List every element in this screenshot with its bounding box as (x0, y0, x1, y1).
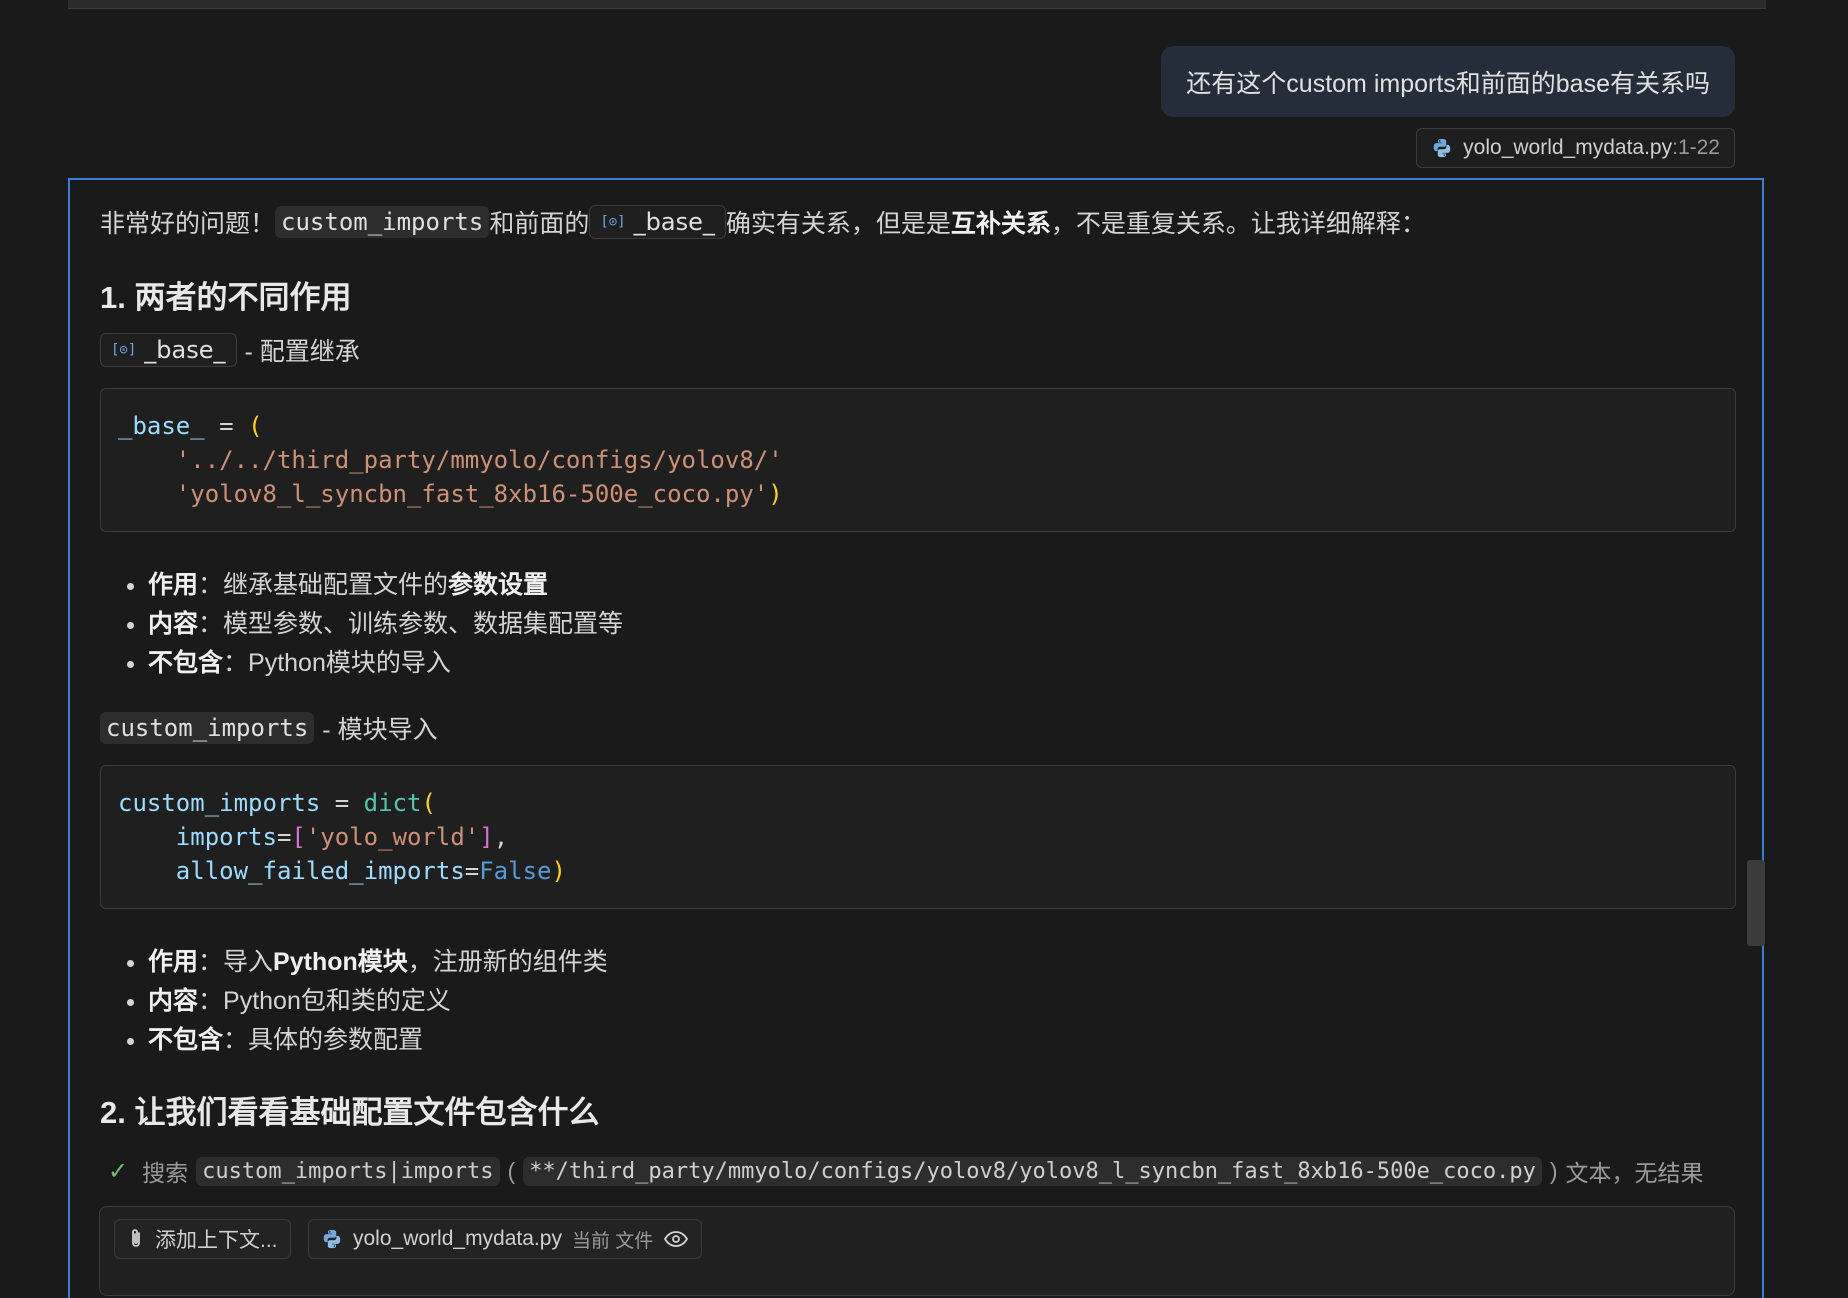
code-token: allow_failed_imports (175, 857, 465, 885)
code-token: ] (479, 823, 494, 851)
base-subheading: [⊙] _base_ - 配置继承 (100, 332, 360, 368)
code-token: imports (175, 823, 277, 851)
code-token: custom_imports (118, 789, 321, 817)
intro-text-2: 和前面的 (489, 210, 590, 238)
ref-file-name: yolo_world_mydata.py (1463, 136, 1673, 159)
assistant-response-panel: 非常好的问题！ custom_imports 和前面的 [⊙] _base_ 确… (68, 178, 1764, 1298)
section-heading-1: 1. 两者的不同作用 (100, 280, 352, 315)
list-item: 作用：继承基础配置文件的参数设置 (148, 566, 623, 605)
code-token: = (320, 789, 364, 817)
add-context-button[interactable]: 添加上下文... (114, 1219, 291, 1259)
intro-text-3: 确实有关系，但是是 (725, 210, 951, 238)
variable-symbol-icon: [⊙] (111, 342, 137, 358)
code-token: _base_ (118, 412, 205, 440)
ref-file-range: :1-22 (1672, 136, 1720, 159)
code-token: False (479, 857, 552, 885)
code-token: [ (291, 823, 306, 851)
python-file-icon (1433, 138, 1451, 158)
current-file-tag: 当前 文件 (571, 1230, 654, 1252)
list-item: 内容：Python包和类的定义 (148, 982, 608, 1021)
user-message-text: 还有这个custom imports和前面的base有关系吗 (1186, 69, 1710, 98)
variable-symbol-icon: [⊙] (600, 214, 626, 230)
intro-bold: 互补关系 (950, 210, 1051, 238)
python-file-icon (323, 1229, 341, 1249)
symbol-label: _base_ (144, 336, 226, 364)
list-item: 作用：导入Python模块，注册新的组件类 (148, 943, 608, 982)
list-item: 不包含：Python模块的导入 (148, 644, 623, 683)
inline-code-custom-imports: custom_imports (275, 206, 490, 238)
base-bullet-list: 作用：继承基础配置文件的参数设置 内容：模型参数、训练参数、数据集配置等 不包含… (100, 566, 623, 683)
code-block-custom-imports: custom_imports = dict( imports=['yolo_wo… (100, 765, 1736, 909)
user-message-bubble: 还有这个custom imports和前面的base有关系吗 (1161, 46, 1735, 117)
tool-query: custom_imports|imports (196, 1156, 500, 1186)
code-token: ) (551, 857, 566, 885)
list-item: 不包含：具体的参数配置 (148, 1021, 608, 1060)
code-token: , (493, 823, 509, 851)
symbol-label: _base_ (633, 208, 715, 236)
code-token: dict (363, 789, 422, 817)
tool-result-text: 文本，无结果 (1565, 1160, 1704, 1186)
code-token: ) (768, 480, 783, 508)
tool-path: **/third_party/mmyolo/configs/yolov8/yol… (523, 1156, 1542, 1186)
current-file-chip[interactable]: yolo_world_mydata.py 当前 文件 (308, 1219, 703, 1259)
referenced-file-chip[interactable]: yolo_world_mydata.py:1-22 (1416, 128, 1735, 168)
add-context-label: 添加上下文... (155, 1229, 278, 1252)
code-token: '../../third_party/mmyolo/configs/yolov8… (175, 446, 783, 474)
subheading-label: - 模块导入 (322, 716, 438, 744)
code-token: 'yolov8_l_syncbn_fast_8xb16-500e_coco.py… (175, 480, 769, 508)
current-file-name: yolo_world_mydata.py (353, 1227, 562, 1250)
imports-bullet-list: 作用：导入Python模块，注册新的组件类 内容：Python包和类的定义 不包… (100, 943, 608, 1060)
intro-text-4: ，不是重复关系。让我详细解释： (1050, 210, 1426, 238)
checkmark-icon: ✓ (108, 1157, 129, 1185)
section-heading-2: 2. 让我们看看基础配置文件包含什么 (100, 1095, 600, 1130)
code-token: = (464, 857, 480, 885)
code-token: 'yolo_world' (305, 823, 480, 851)
tool-call-search-row[interactable]: ✓ 搜索 custom_imports|imports ( **/third_p… (108, 1154, 1704, 1188)
list-item: 内容：模型参数、训练参数、数据集配置等 (148, 605, 623, 644)
imports-subheading: custom_imports - 模块导入 (100, 710, 438, 746)
tool-paren: ) (1549, 1157, 1558, 1184)
symbol-reference-base[interactable]: [⊙] _base_ (589, 205, 726, 239)
top-divider (68, 0, 1766, 9)
code-token: ( (421, 789, 436, 817)
intro-paragraph: 非常好的问题！ custom_imports 和前面的 [⊙] _base_ 确… (100, 204, 1426, 240)
tool-action-label: 搜索 (142, 1160, 189, 1186)
eye-icon[interactable] (663, 1230, 689, 1248)
symbol-reference-base[interactable]: [⊙] _base_ (100, 333, 237, 367)
paperclip-icon (132, 1229, 140, 1247)
subheading-label: - 配置继承 (244, 338, 360, 366)
code-token: = (204, 412, 249, 440)
tool-paren: ( (507, 1157, 516, 1184)
code-block-base: _base_ = ( '../../third_party/mmyolo/con… (100, 388, 1736, 532)
vertical-scrollbar-thumb[interactable] (1747, 860, 1765, 946)
intro-text-1: 非常好的问题！ (100, 210, 276, 238)
chat-composer[interactable]: 添加上下文... yolo_world_mydata.py 当前 文件 (99, 1206, 1735, 1296)
inline-code-custom-imports: custom_imports (100, 712, 315, 744)
code-token: ( (248, 412, 263, 440)
code-token: = (276, 823, 292, 851)
